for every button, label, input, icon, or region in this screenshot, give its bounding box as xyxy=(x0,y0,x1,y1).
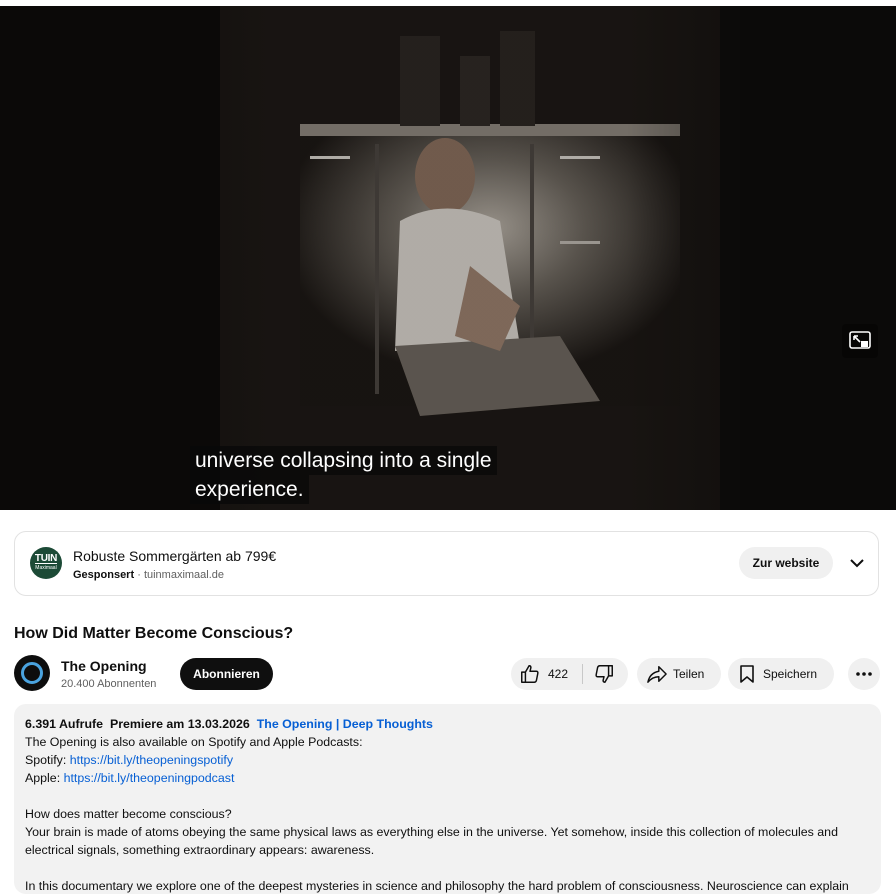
like-count: 422 xyxy=(548,667,569,681)
spotify-link[interactable]: https://bit.ly/theopeningspotify xyxy=(70,753,233,767)
advertiser-logo: TUIN Maximaal xyxy=(30,547,62,579)
dislike-button[interactable] xyxy=(593,658,615,690)
description-line-1: The Opening is also available on Spotify… xyxy=(25,735,363,749)
save-label: Speichern xyxy=(763,667,818,681)
share-label: Teilen xyxy=(673,667,705,681)
like-dislike-group: 422 xyxy=(511,658,628,690)
apple-label: Apple: xyxy=(25,771,64,785)
video-player[interactable]: universe collapsing into a single experi… xyxy=(0,6,896,510)
advertiser-logo-text-bottom: Maximaal xyxy=(35,564,57,571)
playlist-tag-link[interactable]: The Opening | Deep Thoughts xyxy=(257,717,433,731)
thumbs-up-icon xyxy=(521,665,539,683)
description-box[interactable]: 6.391 Aufrufe Premiere am 13.03.2026 The… xyxy=(14,704,881,894)
caption-line-2: experience. xyxy=(190,475,309,504)
video-frame xyxy=(0,6,896,510)
advertiser-logo-text-top: TUIN xyxy=(34,552,58,564)
video-caption: universe collapsing into a single experi… xyxy=(190,446,497,504)
apple-link[interactable]: https://bit.ly/theopeningpodcast xyxy=(64,771,235,785)
channel-logo-ring xyxy=(21,662,43,684)
like-button[interactable] xyxy=(519,658,541,690)
miniplayer-icon xyxy=(849,331,871,349)
view-count: 6.391 Aufrufe xyxy=(25,717,104,731)
sponsored-ad-banner[interactable]: TUIN Maximaal Robuste Sommergärten ab 79… xyxy=(14,531,879,596)
ad-visit-website-button[interactable]: Zur website xyxy=(739,547,833,579)
spotify-label: Spotify: xyxy=(25,753,70,767)
share-button[interactable]: Teilen xyxy=(637,658,721,690)
channel-avatar[interactable] xyxy=(14,655,50,691)
sponsored-label: Gesponsert xyxy=(73,569,135,581)
description-paragraph-2: In this documentary we explore one of th… xyxy=(25,879,849,893)
description-meta: 6.391 Aufrufe Premiere am 13.03.2026 The… xyxy=(25,715,870,733)
save-button[interactable]: Speichern xyxy=(728,658,834,690)
ad-title[interactable]: Robuste Sommergärten ab 799€ xyxy=(73,548,276,564)
subscriber-count: 20.400 Abonnenten xyxy=(61,678,157,690)
ad-meta: Gesponsert · tuinmaximaal.de xyxy=(73,569,224,581)
channel-name[interactable]: The Opening xyxy=(61,658,147,674)
share-arrow-icon xyxy=(647,666,667,683)
miniplayer-button[interactable] xyxy=(842,324,878,358)
ad-separator: · xyxy=(137,569,141,581)
subscribe-button[interactable]: Abonnieren xyxy=(180,658,273,690)
description-spacer-2 xyxy=(25,859,870,877)
thumbs-down-icon xyxy=(595,665,613,683)
chevron-down-icon[interactable] xyxy=(847,553,867,573)
ad-domain: tuinmaximaal.de xyxy=(143,569,225,581)
spotify-line: Spotify: https://bit.ly/theopeningspotif… xyxy=(25,751,870,769)
description-question: How does matter become conscious? xyxy=(25,807,232,821)
premiere-date: Premiere am 13.03.2026 xyxy=(109,717,250,731)
apple-line: Apple: https://bit.ly/theopeningpodcast xyxy=(25,769,870,787)
more-actions-button[interactable] xyxy=(848,658,880,690)
caption-line-1: universe collapsing into a single xyxy=(190,446,497,475)
description-paragraph-1: Your brain is made of atoms obeying the … xyxy=(25,825,838,857)
video-title: How Did Matter Become Conscious? xyxy=(14,625,294,642)
like-separator xyxy=(582,664,583,684)
more-horizontal-icon xyxy=(856,672,872,676)
bookmark-icon xyxy=(740,665,754,683)
